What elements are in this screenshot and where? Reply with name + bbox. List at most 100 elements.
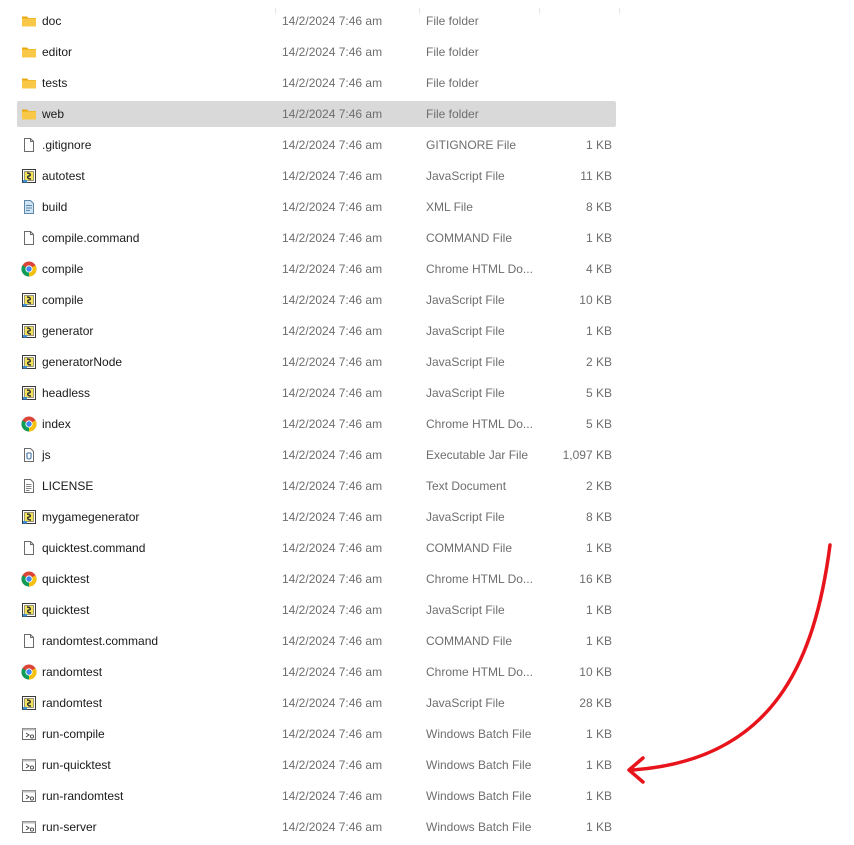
file-type: JavaScript File xyxy=(426,355,505,369)
file-row[interactable]: compile 14/2/2024 7:46 am JavaScript File 1… xyxy=(17,287,616,313)
javascript-file-icon xyxy=(21,168,37,184)
batch-file-icon xyxy=(21,726,37,742)
file-name: .gitignore xyxy=(42,138,92,152)
javascript-file-icon xyxy=(21,509,37,525)
file-name: tests xyxy=(42,76,68,90)
file-row[interactable]: LICENSE 14/2/2024 7:46 am Text Document 2 K… xyxy=(17,473,616,499)
file-date-modified: 14/2/2024 7:46 am xyxy=(282,355,383,369)
file-date-modified: 14/2/2024 7:46 am xyxy=(282,107,383,121)
file-row[interactable]: generator 14/2/2024 7:46 am JavaScript Fil… xyxy=(17,318,616,344)
file-date-modified: 14/2/2024 7:46 am xyxy=(282,510,383,524)
file-row[interactable]: generatorNode 14/2/2024 7:46 am JavaScript… xyxy=(17,349,616,375)
file-name: generator xyxy=(42,324,94,338)
file-row[interactable]: run-compile 14/2/2024 7:46 am Windows Batc… xyxy=(17,721,616,747)
file-type: Chrome HTML Do... xyxy=(426,665,533,679)
file-row[interactable]: index 14/2/2024 7:46 am Chrome HTML Do... 5… xyxy=(17,411,616,437)
file-name: compile xyxy=(42,262,84,276)
file-date-modified: 14/2/2024 7:46 am xyxy=(282,200,383,214)
file-size: 1 KB xyxy=(585,138,612,152)
file-date-modified: 14/2/2024 7:46 am xyxy=(282,634,383,648)
file-row[interactable]: run-server 14/2/2024 7:46 am Windows Batch… xyxy=(17,814,616,840)
file-row[interactable]: editor 14/2/2024 7:46 am File folder xyxy=(17,39,616,65)
file-type: JavaScript File xyxy=(426,324,505,338)
file-date-modified: 14/2/2024 7:46 am xyxy=(282,789,383,803)
file-date-modified: 14/2/2024 7:46 am xyxy=(282,169,383,183)
file-size: 5 KB xyxy=(585,417,612,431)
file-type: Windows Batch File xyxy=(426,789,532,803)
file-name: autotest xyxy=(42,169,85,183)
file-date-modified: 14/2/2024 7:46 am xyxy=(282,479,383,493)
file-name: build xyxy=(42,200,68,214)
file-row[interactable]: run-quicktest 14/2/2024 7:46 am Windows Ba… xyxy=(17,752,616,778)
file-size: 1 KB xyxy=(585,541,612,555)
file-name: quicktest xyxy=(42,603,90,617)
chrome-icon xyxy=(21,416,37,432)
file-row[interactable]: js 14/2/2024 7:46 am Executable Jar File 1,… xyxy=(17,442,616,468)
file-row[interactable]: run-randomtest 14/2/2024 7:46 am Windows B… xyxy=(17,783,616,809)
file-row[interactable]: quicktest 14/2/2024 7:46 am JavaScript Fil… xyxy=(17,597,616,623)
file-row[interactable]: compile.command 14/2/2024 7:46 am COMMAND … xyxy=(17,225,616,251)
file-row[interactable]: quicktest 14/2/2024 7:46 am Chrome HTML Do… xyxy=(17,566,616,592)
folder-icon xyxy=(21,75,37,91)
jar-file-icon xyxy=(21,447,37,463)
batch-file-icon xyxy=(21,788,37,804)
file-name: quicktest xyxy=(42,572,90,586)
chrome-icon xyxy=(21,261,37,277)
file-type: JavaScript File xyxy=(426,293,505,307)
file-type: Windows Batch File xyxy=(426,758,532,772)
file-size: 4 KB xyxy=(585,262,612,276)
javascript-file-icon xyxy=(21,602,37,618)
file-row[interactable]: randomtest.command 14/2/2024 7:46 am COMMA… xyxy=(17,628,616,654)
file-size: 2 KB xyxy=(585,355,612,369)
file-date-modified: 14/2/2024 7:46 am xyxy=(282,448,383,462)
file-date-modified: 14/2/2024 7:46 am xyxy=(282,293,383,307)
file-name: compile.command xyxy=(42,231,140,245)
file-type: JavaScript File xyxy=(426,696,505,710)
file-row[interactable]: web 14/2/2024 7:46 am File folder xyxy=(17,101,616,127)
file-row[interactable]: quicktest.command 14/2/2024 7:46 am COMMAN… xyxy=(17,535,616,561)
javascript-file-icon xyxy=(21,323,37,339)
file-name: run-compile xyxy=(42,727,105,741)
file-row[interactable]: build 14/2/2024 7:46 am XML File 8 KB xyxy=(17,194,616,220)
file-date-modified: 14/2/2024 7:46 am xyxy=(282,696,383,710)
file-type: Chrome HTML Do... xyxy=(426,417,533,431)
file-type: Executable Jar File xyxy=(426,448,529,462)
batch-file-icon xyxy=(21,757,37,773)
file-row[interactable]: randomtest 14/2/2024 7:46 am JavaScript Fi… xyxy=(17,690,616,716)
folder-icon xyxy=(21,106,37,122)
file-type: File folder xyxy=(426,14,479,28)
file-date-modified: 14/2/2024 7:46 am xyxy=(282,45,383,59)
folder-icon xyxy=(21,44,37,60)
file-row[interactable]: compile 14/2/2024 7:46 am Chrome HTML Do..… xyxy=(17,256,616,282)
file-type: XML File xyxy=(426,200,473,214)
file-date-modified: 14/2/2024 7:46 am xyxy=(282,727,383,741)
file-row[interactable]: .gitignore 14/2/2024 7:46 am GITIGNORE Fil… xyxy=(17,132,616,158)
file-row[interactable]: headless 14/2/2024 7:46 am JavaScript File… xyxy=(17,380,616,406)
file-row[interactable]: tests 14/2/2024 7:46 am File folder xyxy=(17,70,616,96)
file-type: Chrome HTML Do... xyxy=(426,262,533,276)
file-name: generatorNode xyxy=(42,355,123,369)
file-name: quicktest.command xyxy=(42,541,146,555)
javascript-file-icon xyxy=(21,385,37,401)
file-name: web xyxy=(42,107,65,121)
file-row[interactable]: doc 14/2/2024 7:46 am File folder xyxy=(17,8,616,34)
file-type: JavaScript File xyxy=(426,510,505,524)
file-row[interactable]: autotest 14/2/2024 7:46 am JavaScript File… xyxy=(17,163,616,189)
file-name: run-server xyxy=(42,820,97,834)
file-name: js xyxy=(42,448,51,462)
file-type: GITIGNORE File xyxy=(426,138,517,152)
javascript-file-icon xyxy=(21,695,37,711)
file-date-modified: 14/2/2024 7:46 am xyxy=(282,14,383,28)
file-icon xyxy=(21,230,37,246)
file-size: 2 KB xyxy=(585,479,612,493)
xml-file-icon xyxy=(21,199,37,215)
file-date-modified: 14/2/2024 7:46 am xyxy=(282,138,383,152)
file-size: 1 KB xyxy=(585,324,612,338)
file-date-modified: 14/2/2024 7:46 am xyxy=(282,262,383,276)
file-row[interactable]: mygamegenerator 14/2/2024 7:46 am JavaScri… xyxy=(17,504,616,530)
file-size: 1 KB xyxy=(585,231,612,245)
chrome-icon xyxy=(21,664,37,680)
file-row[interactable]: randomtest 14/2/2024 7:46 am Chrome HTML D… xyxy=(17,659,616,685)
file-date-modified: 14/2/2024 7:46 am xyxy=(282,417,383,431)
file-name: LICENSE xyxy=(42,479,94,493)
